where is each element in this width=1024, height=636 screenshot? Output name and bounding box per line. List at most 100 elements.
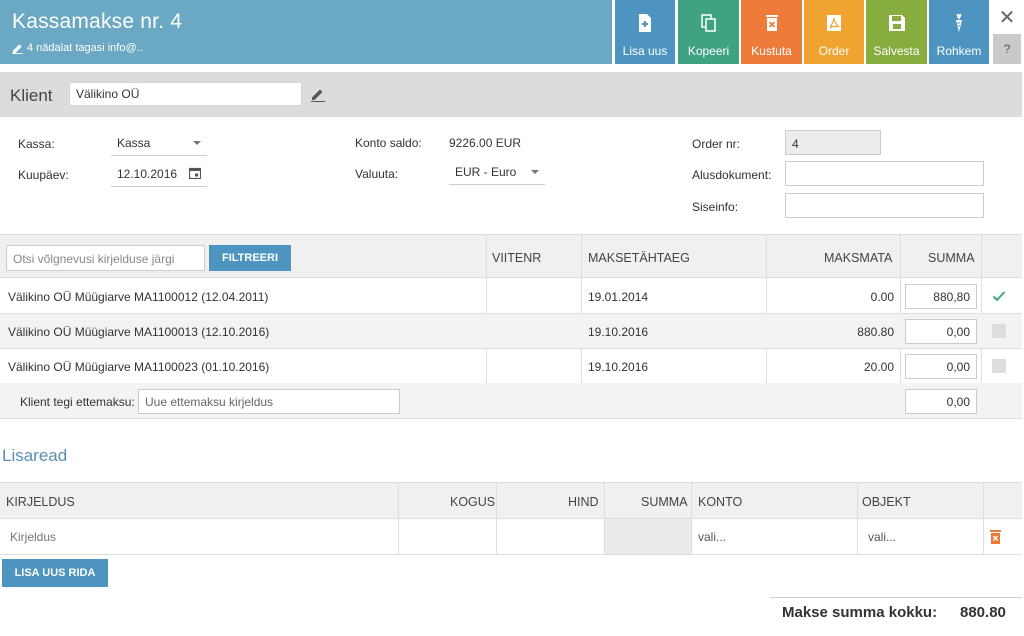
copy-icon [700,14,716,32]
col-divider [604,482,605,555]
add-row-button[interactable]: LISA UUS RIDA [2,559,108,587]
order-pdf-button[interactable]: Order [804,0,864,64]
order-nr-field: 4 [785,130,881,155]
total-divider [770,597,1022,598]
prepayment-sum-input[interactable]: 0,00 [905,389,977,414]
row-unpaid: 0.00 [870,290,894,304]
last-edited-text: 4 nädalat tagasi info@.. [27,42,143,54]
client-label: Klient [10,86,53,105]
row-sum-input[interactable]: 0,00 [905,319,977,344]
col-kogus: KOGUS [450,495,496,509]
col-summa: SUMMA [928,251,975,265]
col-maksetahtaeg: MAKSETÄHTAEG [588,251,690,265]
kassa-select[interactable]: Kassa [111,130,207,156]
currency-select[interactable]: EUR - Euro [449,159,545,185]
client-bar: Klient Välikino OÜ [0,72,1022,117]
close-icon[interactable]: ✕ [997,8,1017,28]
calendar-icon[interactable] [189,167,201,179]
col-hind: HIND [568,495,599,509]
col-divider [496,482,497,555]
order-label: Order [818,44,850,58]
extra-sum-cell [605,519,691,554]
row-sum-input[interactable]: 880,80 [905,284,977,309]
konto-saldo-label: Konto saldo: [355,136,422,150]
add-new-label: Lisa uus [622,44,668,58]
extra-rows-title: Lisaread [2,446,68,465]
col-konto: KONTO [698,495,743,509]
delete-label: Kustuta [751,44,792,58]
col-kirjeldus: KIRJELDUS [6,495,75,509]
currency-select-value: EUR - Euro [455,165,517,179]
row-description: Välikino OÜ Müügiarve MA1100023 (01.10.2… [8,360,270,374]
kuupaev-label: Kuupäev: [18,168,69,182]
col-divider [983,482,984,555]
trash-icon[interactable] [989,530,1002,544]
alusdokument-label: Alusdokument: [692,168,772,182]
delete-button[interactable]: Kustuta [741,0,802,64]
row-description: Välikino OÜ Müügiarve MA1100012 (12.04.2… [8,290,269,304]
client-input[interactable]: Välikino OÜ [69,82,302,106]
table-row[interactable]: Välikino OÜ Müügiarve MA1100023 (01.10.2… [0,349,1022,384]
valuuta-label: Valuuta: [355,167,399,181]
save-button[interactable]: Salvesta [866,0,927,64]
copy-label: Kopeeri [687,44,730,58]
row-due-date: 19.01.2014 [588,290,649,304]
col-divider [691,482,692,555]
siseinfo-label: Siseinfo: [692,200,739,214]
row-unpaid: 20.00 [863,360,894,374]
kassa-label: Kassa: [18,137,55,151]
kassa-select-value: Kassa [117,136,151,150]
chevron-down-icon [531,170,539,174]
siseinfo-textarea[interactable] [785,193,984,218]
checkbox[interactable] [992,359,1006,373]
checkbox-checked-icon[interactable] [992,289,1006,303]
kirjeldus-textarea[interactable]: Kirjeldus [10,530,56,544]
more-button[interactable]: Rohkem [929,0,989,64]
total-label: Makse summa kokku: [782,604,938,621]
extra-rows-header: KIRJELDUS KOGUS HIND SUMMA KONTO OBJEKT [0,482,1022,519]
prepayment-description-input[interactable]: Uue ettemaksu kirjeldus [138,389,400,414]
table-row[interactable]: Välikino OÜ Müügiarve MA1100013 (12.10.2… [0,314,1022,349]
add-new-button[interactable]: Lisa uus [615,0,675,64]
order-nr-label: Order nr: [692,137,741,151]
col-objekt: OBJEKT [862,495,911,509]
help-button[interactable]: ? [993,34,1021,64]
more-label: Rohkem [936,44,982,58]
objekt-select[interactable]: vali... [868,530,896,544]
page-title: Kassamakse nr. 4 [12,10,183,33]
debts-table-header: Otsi võlgnevusi kirjelduse järgi FILTREE… [0,234,1022,278]
konto-select[interactable]: vali... [698,530,726,544]
row-unpaid: 880.80 [857,325,894,339]
trash-icon [765,15,778,31]
prepayment-row: Klient tegi ettemaksu: Uue ettemaksu kir… [0,383,1022,419]
row-due-date: 19.10.2016 [588,325,649,339]
col-maksmata: MAKSMATA [824,251,893,265]
carrot-icon [956,14,962,32]
col-divider [398,482,399,555]
date-input-value: 12.10.2016 [117,167,178,181]
last-edited-info[interactable]: 4 nädalat tagasi info@.. [12,42,143,54]
page-header: Kassamakse nr. 4 4 nädalat tagasi info@.… [0,0,612,64]
row-sum-input[interactable]: 0,00 [905,354,977,379]
prepayment-label: Klient tegi ettemaksu: [20,395,135,409]
pencil-icon [12,43,23,54]
edit-client-icon[interactable] [311,88,325,102]
add-document-icon [639,14,651,32]
total-value: 880.80 [960,604,1006,621]
save-label: Salvesta [873,44,920,58]
save-icon [888,15,905,31]
konto-saldo-value: 9226.00 EUR [449,136,522,150]
table-row[interactable]: Välikino OÜ Müügiarve MA1100012 (12.04.2… [0,279,1022,314]
debt-search-input[interactable]: Otsi võlgnevusi kirjelduse järgi [6,245,205,271]
date-input[interactable]: 12.10.2016 [111,161,207,187]
copy-button[interactable]: Kopeeri [678,0,739,64]
col-summa: SUMMA [641,495,688,509]
filter-button[interactable]: FILTREERI [209,245,291,271]
pdf-icon [827,15,841,31]
alusdokument-input[interactable] [785,161,984,186]
extra-row: Kirjeldus vali... vali... [0,519,1022,555]
col-divider [857,482,858,555]
chevron-down-icon [193,141,201,145]
col-viitenr: VIITENR [492,251,542,265]
checkbox[interactable] [992,324,1006,338]
